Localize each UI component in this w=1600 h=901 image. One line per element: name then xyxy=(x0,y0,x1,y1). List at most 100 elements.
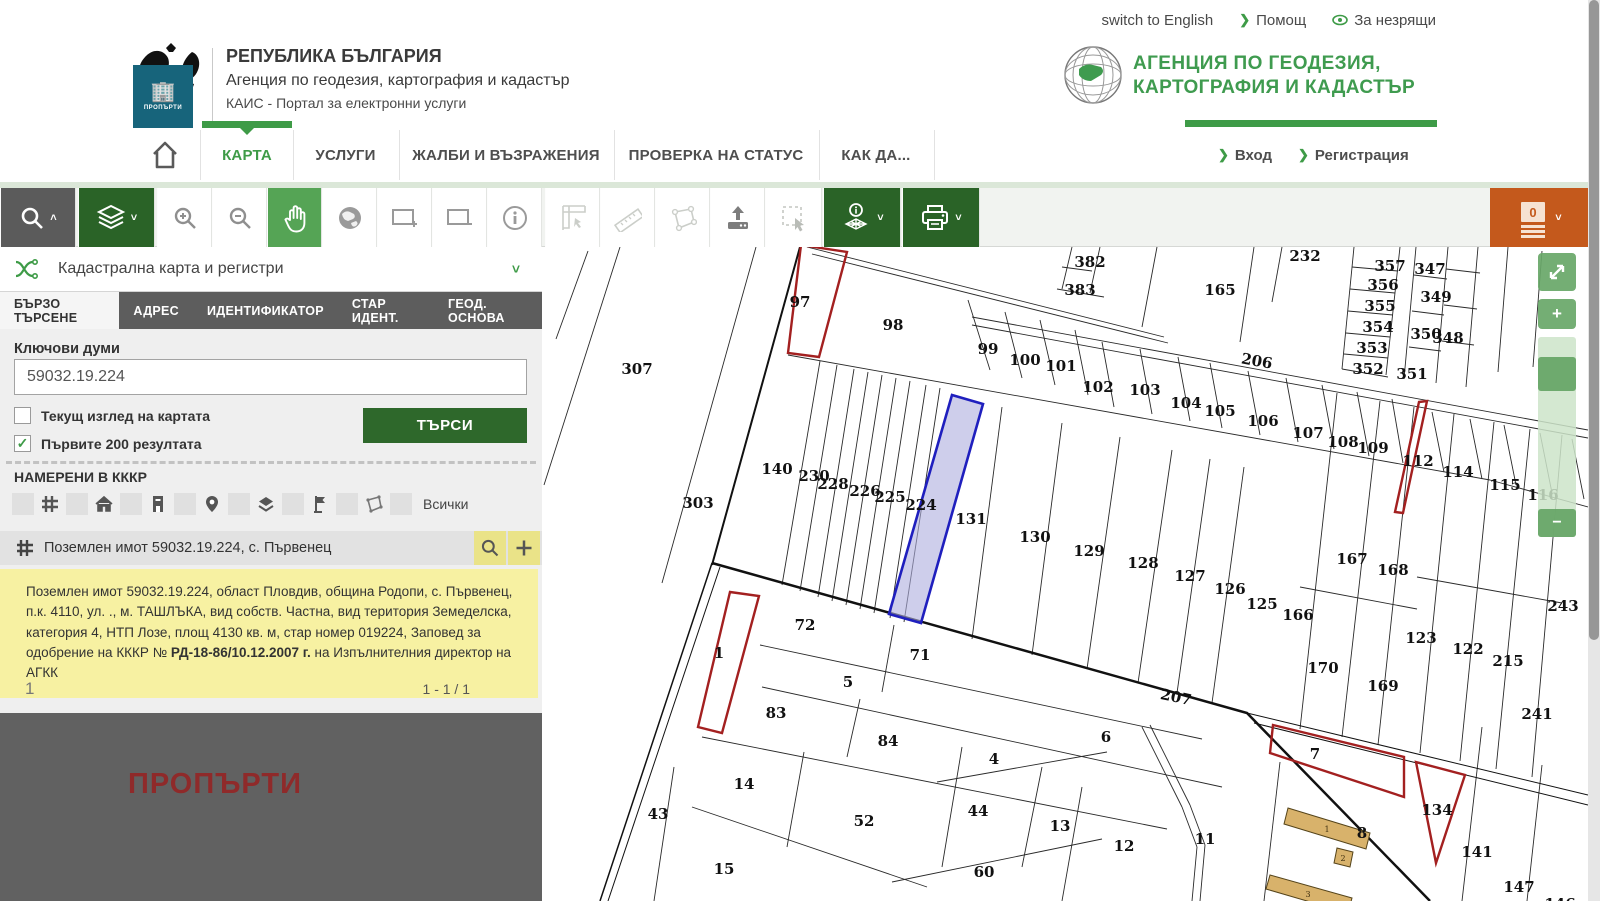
watermark-text: ПРОПЪРТИ xyxy=(128,768,302,801)
parcel-boundary xyxy=(1417,577,1562,603)
zoom-out-button[interactable] xyxy=(212,188,267,247)
overview-map-button[interactable] xyxy=(322,188,377,247)
register-link[interactable]: ❯ Регистрация xyxy=(1298,128,1409,182)
fullscreen-button[interactable] xyxy=(1538,253,1576,291)
filters-all-label[interactable]: Всички xyxy=(423,496,468,512)
accessibility-link[interactable]: За незрящи xyxy=(1332,12,1436,29)
checkbox-checked[interactable]: ✓ xyxy=(14,435,31,452)
keywords-input[interactable] xyxy=(14,359,527,395)
parcel-number-label: 98 xyxy=(883,316,904,334)
measure-coords-button[interactable] xyxy=(545,188,600,247)
scrollbar-thumb[interactable] xyxy=(1589,0,1599,640)
parcel-boundary xyxy=(937,752,1107,782)
route-icon xyxy=(14,258,40,280)
highlighted-parcel xyxy=(698,592,759,733)
parcel-number-label: 166 xyxy=(1282,606,1313,624)
measure-area-button[interactable] xyxy=(655,188,710,247)
current-view-checkbox-row[interactable]: Текущ изглед на картата xyxy=(14,407,210,424)
map-zoom-out-button[interactable]: − xyxy=(1538,509,1576,537)
header-divider xyxy=(212,48,213,126)
tab-address[interactable]: АДРЕС xyxy=(119,292,193,329)
cadastral-map[interactable]: 1233073039798991001011021031041051061071… xyxy=(542,247,1588,901)
parcel-number-label: 207 xyxy=(1159,685,1193,709)
filter-swatch[interactable] xyxy=(336,493,358,515)
select-region-button[interactable] xyxy=(765,188,822,247)
cart-button[interactable]: 0 ˅ xyxy=(1490,188,1588,247)
layers-button[interactable]: ˅ xyxy=(78,188,155,247)
page-number-button[interactable]: 1 xyxy=(25,679,34,699)
nav-tab-kak-da[interactable]: КАК ДА... xyxy=(819,128,933,182)
first200-checkbox-row[interactable]: ✓ Първите 200 резултата xyxy=(14,435,202,452)
parcel-boundary xyxy=(760,645,1202,739)
parcel-boundary xyxy=(654,767,674,901)
approval-order-number: РД-18-86/10.12.2007 г. xyxy=(171,645,311,660)
help-link[interactable]: ❯ Помощ xyxy=(1239,12,1306,29)
zoom-to-result-button[interactable] xyxy=(474,531,506,565)
filter-swatch[interactable] xyxy=(174,493,196,515)
polygon-outline-icon[interactable] xyxy=(363,493,385,515)
info-tool-button[interactable] xyxy=(487,188,542,247)
zoom-slider-handle[interactable] xyxy=(1538,357,1576,391)
search-tool-button[interactable]: ˄ xyxy=(0,188,76,247)
polygon-icon xyxy=(669,204,697,232)
ruler-icon xyxy=(614,204,642,232)
corner-ruler-icon xyxy=(559,204,587,232)
tab-quick-search[interactable]: БЪРЗО ТЪРСЕНЕ xyxy=(0,292,119,329)
nav-tab-proverka[interactable]: ПРОВЕРКА НА СТАТУС xyxy=(614,128,818,182)
rect-plus-icon xyxy=(391,206,419,230)
tab-identifier[interactable]: ИДЕНТИФИКАТОР xyxy=(193,292,338,329)
layers-small-icon[interactable] xyxy=(255,493,277,515)
tab-old-ident[interactable]: СТАР ИДЕНТ. xyxy=(338,292,434,329)
parcel-boundary xyxy=(1462,727,1482,901)
zoom-box-in-button[interactable] xyxy=(377,188,432,247)
filter-swatch[interactable] xyxy=(120,493,142,515)
layer-select[interactable]: Кадастрална карта и регистри ˅ xyxy=(0,247,542,292)
map-canvas[interactable]: 1233073039798991001011021031041051061071… xyxy=(542,247,1588,901)
print-button[interactable]: ˅ xyxy=(902,188,980,247)
chevron-up-icon: ˄ xyxy=(50,212,56,224)
house-icon[interactable] xyxy=(93,493,115,515)
tab-geod-basis[interactable]: ГЕОД. ОСНОВА xyxy=(434,292,542,329)
pin-icon[interactable] xyxy=(201,493,223,515)
parcel-boundary xyxy=(788,355,1490,480)
filter-swatch[interactable] xyxy=(12,493,34,515)
map-zoom-in-button[interactable]: + xyxy=(1538,299,1576,329)
parcel-number-label: 52 xyxy=(854,812,875,830)
switch-language-link[interactable]: switch to English xyxy=(1101,12,1213,29)
measure-distance-button[interactable] xyxy=(600,188,655,247)
page-scrollbar[interactable] xyxy=(1588,0,1600,901)
parcel-boundary xyxy=(1142,247,1157,327)
zoom-box-out-button[interactable] xyxy=(432,188,487,247)
documents-icon: 0 xyxy=(1516,198,1550,238)
highlighted-parcel xyxy=(1270,725,1404,797)
parcel-grid-icon[interactable] xyxy=(39,493,61,515)
parcel-number-label: 228 xyxy=(817,475,848,493)
upload-button[interactable] xyxy=(710,188,765,247)
add-result-button[interactable] xyxy=(508,531,540,565)
zoom-slider[interactable]: − xyxy=(1538,337,1576,537)
pan-button[interactable] xyxy=(267,188,322,247)
home-icon[interactable] xyxy=(148,138,182,172)
parcel-number-label: 215 xyxy=(1492,652,1523,670)
filter-swatch[interactable] xyxy=(282,493,304,515)
zoom-in-button[interactable] xyxy=(157,188,212,247)
flag-icon[interactable] xyxy=(309,493,331,515)
parcel-number-label: 60 xyxy=(974,863,995,881)
building-icon[interactable] xyxy=(147,493,169,515)
nav-tab-uslugi[interactable]: УСЛУГИ xyxy=(293,128,398,182)
nav-tab-zhalbi[interactable]: ЖАЛБИ И ВЪЗРАЖЕНИЯ xyxy=(399,128,613,182)
login-link[interactable]: ❯ Вход xyxy=(1218,128,1272,182)
filter-swatch[interactable] xyxy=(228,493,250,515)
parcel-number-label: 100 xyxy=(1009,351,1040,369)
parcel-number-label: 108 xyxy=(1327,433,1358,451)
results-header: НАМЕРЕНИ В КККР xyxy=(14,469,147,485)
feature-info-button[interactable]: ˅ xyxy=(823,188,901,247)
filter-swatch[interactable] xyxy=(390,493,412,515)
quick-search-form: Ключови думи Текущ изглед на картата ✓ П… xyxy=(0,329,542,363)
zoom-in-icon xyxy=(172,205,198,231)
checkbox-unchecked[interactable] xyxy=(14,407,31,424)
search-submit-button[interactable]: ТЪРСИ xyxy=(363,408,527,443)
result-row[interactable]: Поземлен имот 59032.19.224, с. Първенец xyxy=(0,531,542,565)
property-brand-logo: 🏢 ПРОПЪРТИ xyxy=(133,65,193,128)
filter-swatch[interactable] xyxy=(66,493,88,515)
